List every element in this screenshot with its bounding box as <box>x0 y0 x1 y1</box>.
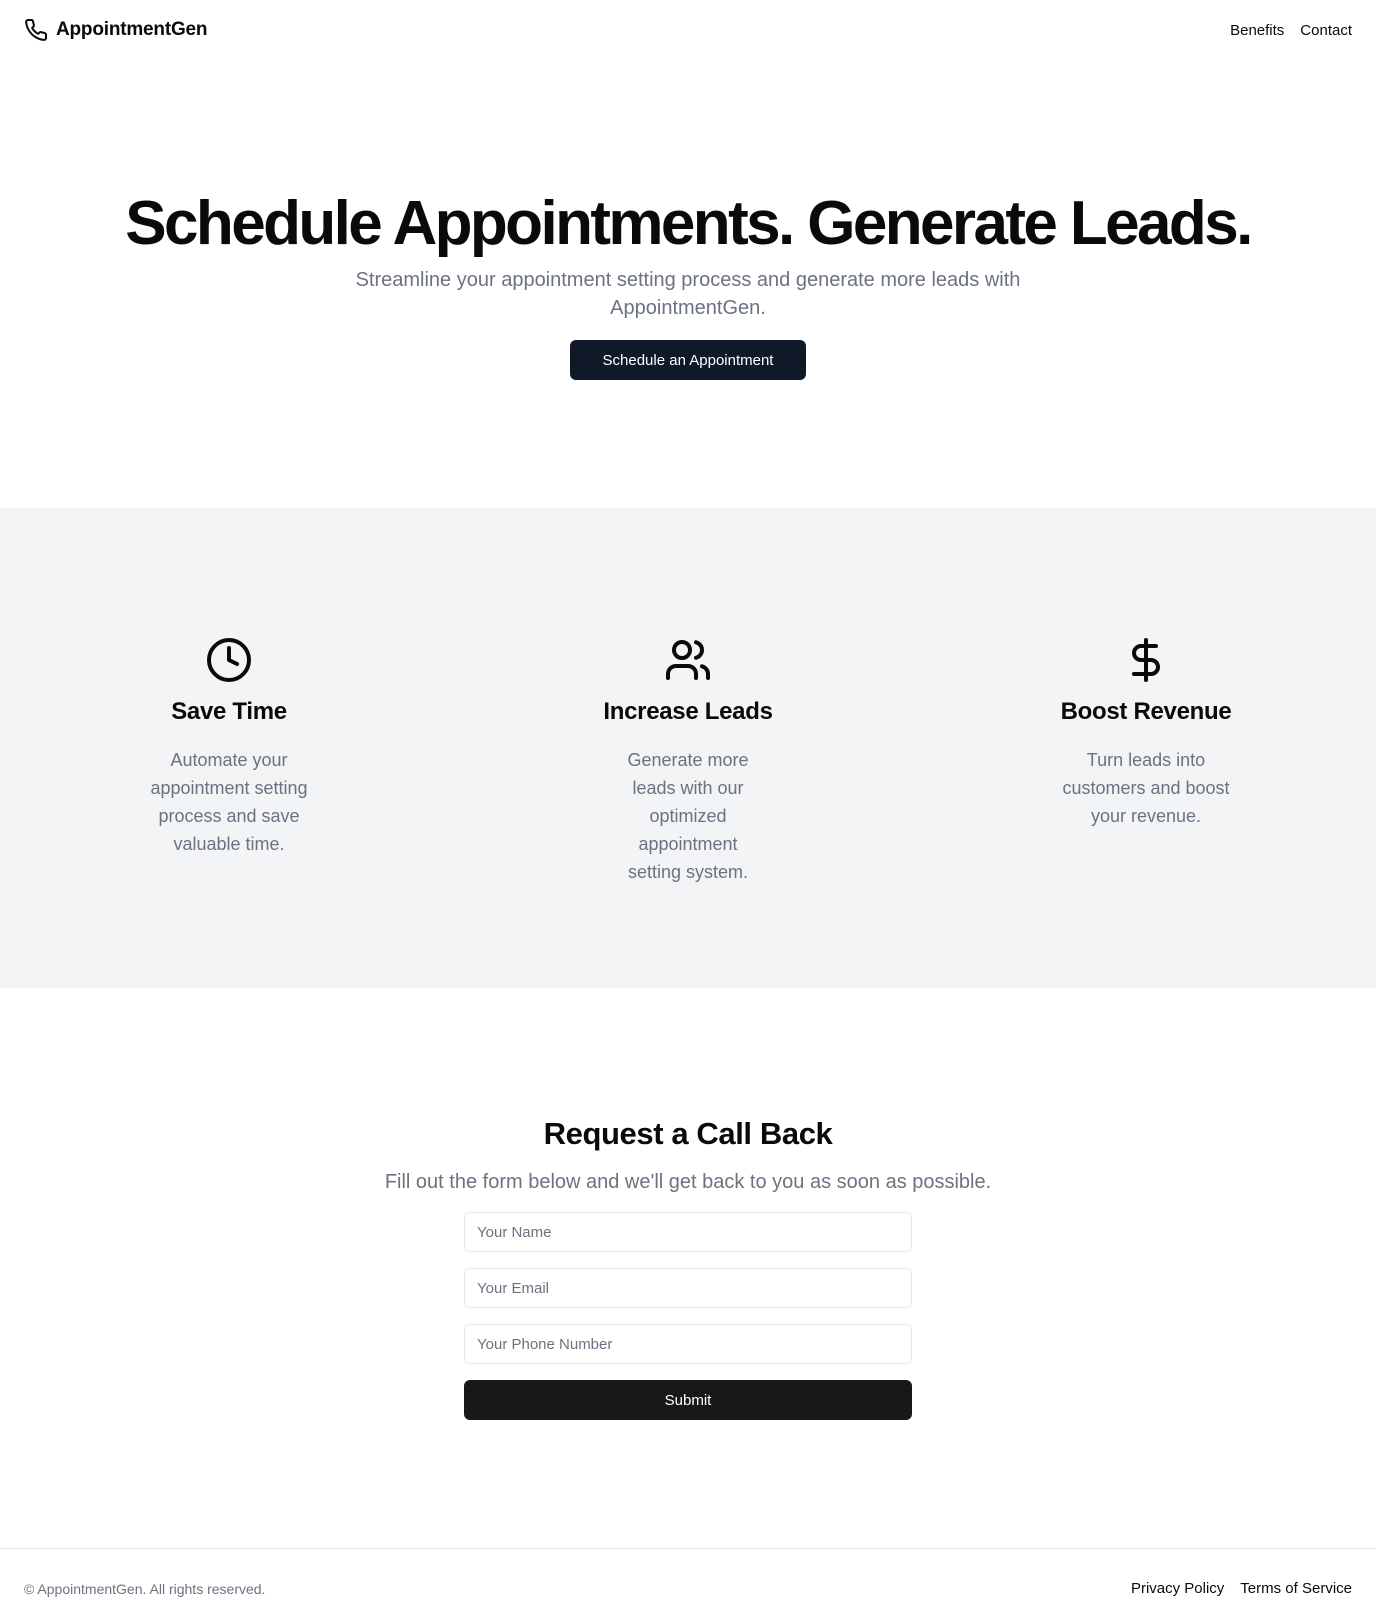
email-input[interactable] <box>464 1268 912 1308</box>
footer-nav: Privacy Policy Terms of Service <box>1131 1580 1352 1597</box>
brand-link[interactable]: AppointmentGen <box>24 18 207 42</box>
site-footer: © AppointmentGen. All rights reserved. P… <box>0 1548 1376 1612</box>
users-icon <box>578 636 798 684</box>
feature-description: Automate your appointment setting proces… <box>150 750 308 854</box>
hero-section: Schedule Appointments. Generate Leads. S… <box>0 64 1376 508</box>
feature-description: Generate more leads with our optimized a… <box>627 750 749 882</box>
feature-title: Boost Revenue <box>1060 698 1232 725</box>
nav-link-benefits[interactable]: Benefits <box>1230 22 1284 39</box>
phone-icon <box>24 18 48 42</box>
clock-icon <box>119 636 339 684</box>
name-input[interactable] <box>464 1212 912 1252</box>
feature-title: Save Time <box>171 698 287 725</box>
hero-title: Schedule Appointments. Generate Leads. <box>125 189 1253 258</box>
contact-section: Request a Call Back Fill out the form be… <box>0 988 1376 1548</box>
brand-name: AppointmentGen <box>56 19 208 40</box>
schedule-appointment-button[interactable]: Schedule an Appointment <box>570 340 806 380</box>
feature-increase-leads: Increase Leads Generate more leads with … <box>578 636 798 886</box>
contact-subtitle: Fill out the form below and we'll get ba… <box>384 1171 992 1193</box>
copyright-text: © AppointmentGen. All rights reserved. <box>24 1581 266 1597</box>
site-header: AppointmentGen Benefits Contact <box>0 0 1376 64</box>
dollar-icon <box>1036 636 1256 684</box>
terms-of-service-link[interactable]: Terms of Service <box>1240 1580 1352 1597</box>
privacy-policy-link[interactable]: Privacy Policy <box>1131 1580 1224 1597</box>
feature-save-time: Save Time Automate your appointment sett… <box>119 636 339 858</box>
feature-description: Turn leads into customers and boost your… <box>1062 750 1230 826</box>
feature-title: Increase Leads <box>603 698 773 725</box>
feature-boost-revenue: Boost Revenue Turn leads into customers … <box>1036 636 1256 830</box>
call-back-form: Submit <box>464 1212 912 1420</box>
contact-title: Request a Call Back <box>543 1116 833 1151</box>
main-nav: Benefits Contact <box>1230 22 1352 39</box>
hero-subtitle: Streamline your appointment setting proc… <box>355 269 1021 319</box>
nav-link-contact[interactable]: Contact <box>1300 22 1352 39</box>
submit-button[interactable]: Submit <box>464 1380 912 1420</box>
benefits-section: Save Time Automate your appointment sett… <box>0 508 1376 988</box>
phone-input[interactable] <box>464 1324 912 1364</box>
